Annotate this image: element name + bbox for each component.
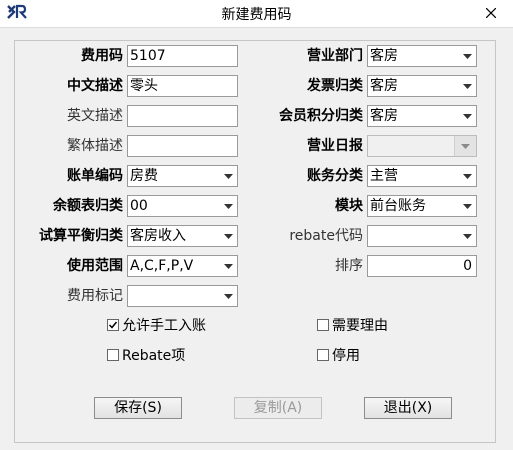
fee-code-input[interactable]: 5107: [127, 45, 238, 67]
invoice-category-select[interactable]: 客房: [367, 75, 477, 97]
chevron-down-icon: [463, 204, 472, 209]
title-bar: 新建费用码: [0, 0, 513, 27]
sort-label: 排序: [335, 258, 363, 274]
chevron-down-icon: [224, 264, 233, 269]
need-reason-label: 需要理由: [332, 318, 388, 334]
business-daily-label: 营业日报: [307, 138, 363, 154]
cn-desc-input[interactable]: 零头: [127, 75, 238, 97]
close-icon: [486, 8, 496, 18]
invoice-category-label: 发票归类: [307, 78, 363, 94]
account-category-value: 主营: [370, 168, 398, 184]
bill-code-value: 房费: [130, 168, 158, 184]
fee-mark-select[interactable]: [127, 285, 238, 307]
bill-code-label: 账单编码: [67, 168, 123, 184]
member-points-category-label: 会员积分归类: [279, 108, 363, 124]
en-desc-input[interactable]: [127, 105, 238, 127]
invoice-category-value: 客房: [370, 78, 398, 94]
tw-desc-input[interactable]: [127, 135, 238, 157]
account-category-label: 账务分类: [307, 168, 363, 184]
rebate-item-label: Rebate项: [122, 348, 186, 364]
fee-mark-label: 费用标记: [67, 288, 123, 304]
chevron-down-icon: [463, 54, 472, 59]
sort-input[interactable]: 0: [367, 255, 477, 277]
allow-manual-entry-checkbox[interactable]: 允许手工入账: [107, 317, 206, 335]
tw-desc-label: 繁体描述: [67, 138, 123, 154]
trial-balance-category-label: 试算平衡归类: [39, 228, 123, 244]
balance-category-select[interactable]: 00: [127, 195, 238, 217]
module-value: 前台账务: [370, 198, 426, 214]
chevron-down-icon: [224, 234, 233, 239]
checkbox-box: [107, 319, 119, 331]
usage-scope-select[interactable]: A,C,F,P,V: [127, 255, 238, 277]
usage-scope-label: 使用范围: [67, 258, 123, 274]
chevron-down-icon: [463, 234, 472, 239]
fee-code-label: 费用码: [81, 48, 123, 64]
module-label: 模块: [335, 198, 363, 214]
chevron-down-icon: [224, 204, 233, 209]
trial-balance-category-select[interactable]: 客房收入: [127, 225, 238, 247]
checkbox-box: [107, 349, 119, 361]
business-dept-select[interactable]: 客房: [367, 45, 477, 67]
disabled-label: 停用: [332, 348, 360, 364]
checkbox-box: [317, 319, 329, 331]
cn-desc-label: 中文描述: [67, 78, 123, 94]
business-dept-label: 营业部门: [307, 48, 363, 64]
copy-button: 复制(A): [234, 397, 322, 419]
close-button[interactable]: [469, 0, 513, 26]
chevron-down-icon: [224, 294, 233, 299]
business-dept-value: 客房: [370, 48, 398, 64]
account-category-select[interactable]: 主营: [367, 165, 477, 187]
save-button[interactable]: 保存(S): [94, 397, 182, 419]
chevron-down-icon: [461, 144, 470, 149]
trial-balance-category-value: 客房收入: [130, 228, 186, 244]
chevron-down-icon: [463, 174, 472, 179]
allow-manual-entry-label: 允许手工入账: [122, 318, 206, 334]
need-reason-checkbox[interactable]: 需要理由: [317, 317, 388, 335]
business-daily-select: [367, 135, 477, 157]
window-title: 新建费用码: [221, 7, 292, 23]
module-select[interactable]: 前台账务: [367, 195, 477, 217]
chevron-down-icon: [463, 114, 472, 119]
member-points-category-select[interactable]: 客房: [367, 105, 477, 127]
rebate-code-select[interactable]: [367, 225, 477, 247]
chevron-down-icon: [224, 174, 233, 179]
balance-category-value: 00: [130, 198, 148, 214]
chevron-down-icon: [463, 84, 472, 89]
usage-scope-value: A,C,F,P,V: [130, 258, 194, 274]
member-points-category-value: 客房: [370, 108, 398, 124]
checkbox-box: [317, 349, 329, 361]
rebate-code-label: rebate代码: [289, 228, 363, 244]
exit-button[interactable]: 退出(X): [364, 397, 452, 419]
bill-code-select[interactable]: 房费: [127, 165, 238, 187]
checkmark-icon: [108, 321, 118, 329]
balance-category-label: 余额表归类: [53, 198, 123, 214]
en-desc-label: 英文描述: [67, 108, 123, 124]
rebate-item-checkbox[interactable]: Rebate项: [107, 347, 185, 365]
disabled-checkbox[interactable]: 停用: [317, 347, 360, 365]
